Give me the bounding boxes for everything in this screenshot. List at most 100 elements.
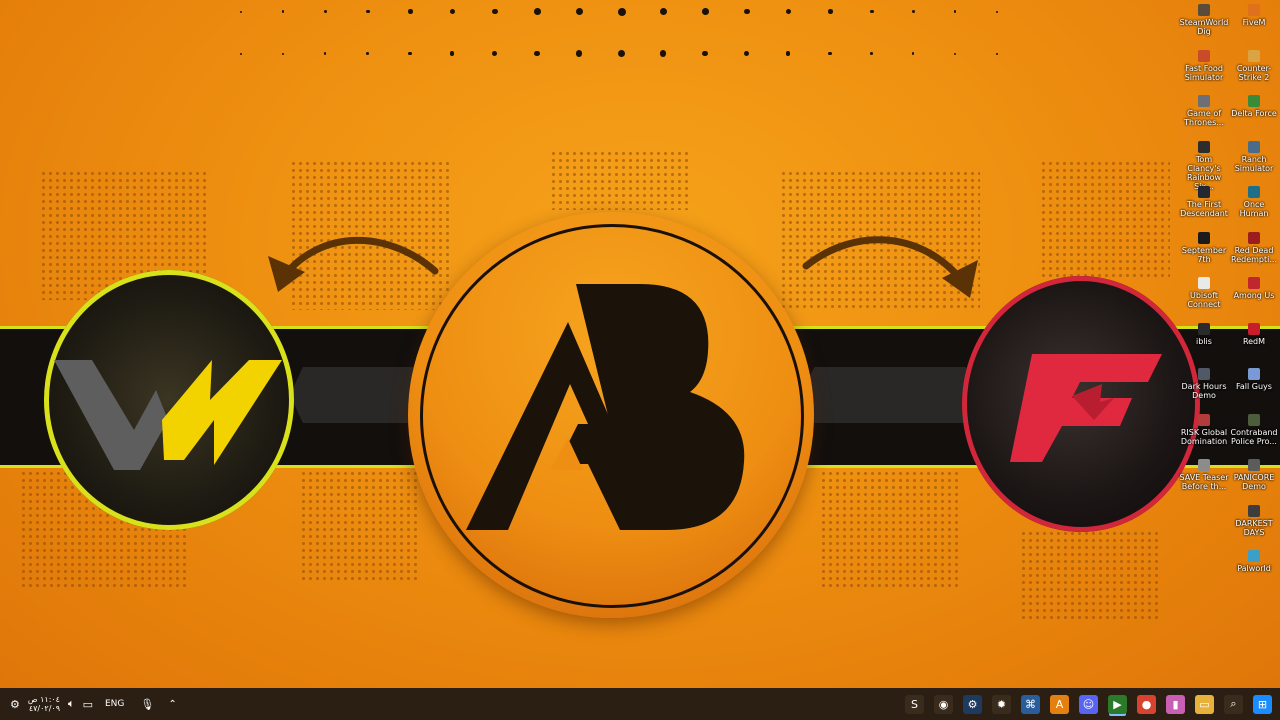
desktop-shortcut-label: Counter-Strike 2 <box>1236 63 1272 82</box>
steam-icon[interactable]: ⚙ <box>963 694 982 714</box>
app-icon <box>1248 49 1260 62</box>
clock[interactable]: ١١:٠٤ ص ٤٧/٠٢/٠٩ <box>28 695 60 713</box>
desktop-shortcut-label: DARKEST DAYS <box>1235 518 1273 537</box>
search-icon[interactable]: ⌕ <box>1224 694 1243 714</box>
desktop-shortcut[interactable]: Fast Food Simulator <box>1178 48 1230 82</box>
desktop-shortcut-label: RISK Global Domination <box>1180 427 1228 446</box>
desktop-shortcut[interactable]: Red Dead Redempti... <box>1228 230 1280 264</box>
band-highlight <box>800 367 980 423</box>
dot <box>366 52 369 55</box>
system-tray: ⚙ ١١:٠٤ ص ٤٧/٠٢/٠٩ 🔈︎ ▭ ENG 🎙︎ ⌃ <box>10 688 177 720</box>
color-app-icon[interactable]: ▮ <box>1166 694 1185 714</box>
start-icon[interactable]: ⊞ <box>1253 694 1272 714</box>
app-icon <box>1198 140 1210 153</box>
dot <box>954 10 957 13</box>
volume-icon[interactable]: 🔈︎ <box>68 697 75 711</box>
desktop-shortcut-label: Palworld <box>1237 564 1271 573</box>
ab-logo <box>408 212 814 618</box>
desktop-shortcut[interactable]: RISK Global Domination <box>1178 412 1230 446</box>
dot <box>282 10 285 13</box>
dot <box>408 9 413 14</box>
desktop-shortcut[interactable]: Game of Thrones... <box>1178 93 1230 127</box>
dot <box>366 9 370 14</box>
settings-icon[interactable]: ✹ <box>992 694 1011 714</box>
app-icon <box>1248 413 1260 426</box>
dot <box>240 52 242 55</box>
sitemap-icon[interactable]: S <box>905 694 924 714</box>
gear-icon[interactable]: ⚙ <box>10 698 20 711</box>
app-icon <box>1248 277 1260 289</box>
desktop-shortcut-label: Ranch Simulator <box>1234 154 1274 173</box>
desktop-shortcut[interactable]: Delta Force <box>1228 93 1280 118</box>
halftone-pattern <box>300 470 420 580</box>
app-icon <box>1198 413 1210 426</box>
desktop-shortcut-label: FiveM <box>1242 18 1266 27</box>
taskbar-apps: S ◉ ⚙ ✹ ⌘ A ☺ ▶ ● ▮ ▭ ⌕ ⊞ <box>905 688 1272 720</box>
desktop-shortcut[interactable]: Tom Clancy's Rainbow Six... <box>1178 139 1230 191</box>
dot <box>282 52 284 55</box>
app-icon <box>1198 49 1210 62</box>
desktop-shortcut-label: SteamWorld Dig <box>1179 18 1229 36</box>
desktop-shortcut-label: iblis <box>1196 336 1212 346</box>
desktop-shortcut-label: Once Human <box>1239 200 1269 218</box>
network-status-icon[interactable]: ▭ <box>83 698 93 711</box>
halftone-pattern <box>1040 160 1170 280</box>
desktop-shortcut[interactable]: Once Human <box>1228 184 1280 218</box>
dot <box>450 8 456 15</box>
f-logo-mark <box>1010 354 1162 462</box>
desktop-shortcut[interactable]: Ranch Simulator <box>1228 139 1280 173</box>
desktop-shortcut[interactable]: FiveM <box>1228 2 1280 27</box>
desktop-shortcut-label: September 7th <box>1181 245 1227 264</box>
obs-icon[interactable]: ◉ <box>934 694 953 714</box>
dot <box>828 9 833 14</box>
desktop-shortcut-label: RedM <box>1242 336 1266 346</box>
desktop-shortcut[interactable]: SteamWorld Dig <box>1178 2 1230 36</box>
desktop-shortcut[interactable]: September 7th <box>1178 230 1230 264</box>
desktop-shortcut[interactable]: Dark Hours Demo <box>1178 366 1230 400</box>
desktop-shortcut-label: PANICORE Demo <box>1233 473 1275 491</box>
halftone-pattern <box>550 150 690 210</box>
desktop-shortcut-label: The First Descendant <box>1180 200 1228 218</box>
desktop-shortcut[interactable]: Ubisoft Connect <box>1178 275 1230 309</box>
folder-icon[interactable]: ▭ <box>1195 694 1214 714</box>
dot <box>240 10 242 13</box>
desktop-shortcut[interactable]: SAVE Teaser Before th... <box>1178 457 1230 491</box>
network-icon[interactable]: ⌘ <box>1021 694 1040 714</box>
terminal-icon[interactable]: ▶ <box>1108 694 1127 714</box>
dot <box>450 51 455 56</box>
desktop-shortcut[interactable]: RedM <box>1228 321 1280 346</box>
desktop-shortcut[interactable]: The First Descendant <box>1178 184 1230 218</box>
taskbar: ⚙ ١١:٠٤ ص ٤٧/٠٢/٠٩ 🔈︎ ▭ ENG 🎙︎ ⌃ S ◉ ⚙ ✹ ⌘ A ☺… <box>0 688 1280 720</box>
desktop-shortcut[interactable]: Contraband Police Pro... <box>1228 412 1280 446</box>
clock-date: ٤٧/٠٢/٠٩ <box>28 704 60 713</box>
chevron-up-icon[interactable]: ⌃ <box>168 699 176 710</box>
dot-row-top <box>240 7 1020 17</box>
desktop-shortcut[interactable]: Palworld <box>1228 548 1280 573</box>
dot <box>492 51 497 56</box>
app-icon <box>1248 231 1260 244</box>
dot-row-second <box>240 49 1020 59</box>
desktop-shortcut[interactable]: DARKEST DAYS <box>1228 503 1280 537</box>
dot <box>618 7 626 16</box>
app-icon <box>1248 95 1260 107</box>
halftone-pattern <box>1020 530 1160 620</box>
desktop-shortcut[interactable]: Fall Guys <box>1228 366 1280 391</box>
dot <box>870 52 873 55</box>
desktop-shortcut[interactable]: Among Us <box>1228 275 1280 300</box>
desktop-shortcut-label: Red Dead Redempti... <box>1231 245 1277 264</box>
halftone-pattern <box>820 470 960 590</box>
ab-app-icon[interactable]: A <box>1050 694 1069 714</box>
app-icon <box>1248 368 1260 380</box>
language-indicator[interactable]: ENG <box>105 699 124 709</box>
dot <box>660 7 668 16</box>
chrome-icon[interactable]: ● <box>1137 694 1156 714</box>
discord-icon[interactable]: ☺ <box>1079 694 1098 714</box>
app-icon <box>1198 4 1210 16</box>
desktop-shortcut[interactable]: PANICORE Demo <box>1228 457 1280 491</box>
microphone-icon[interactable]: 🎙︎ <box>140 698 154 711</box>
app-icon <box>1248 140 1260 153</box>
desktop-shortcut[interactable]: iblis <box>1178 321 1230 346</box>
dot <box>660 50 667 57</box>
app-icon <box>1248 186 1260 198</box>
desktop-shortcut[interactable]: Counter-Strike 2 <box>1228 48 1280 82</box>
